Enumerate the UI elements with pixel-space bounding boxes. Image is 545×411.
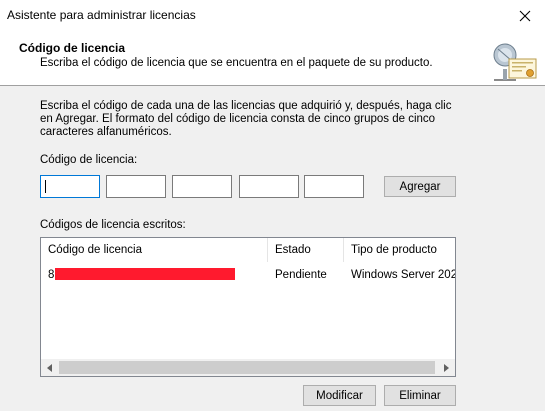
list-header: Código de licencia Estado Tipo de produc…	[41, 238, 455, 262]
instructions-text: Escriba el código de cada una de las lic…	[40, 100, 452, 138]
header-title: Código de licencia	[19, 41, 126, 55]
row-product-type: Windows Server 2022	[351, 269, 456, 281]
row-status: Pendiente	[275, 269, 327, 281]
column-header-status[interactable]: Estado	[268, 238, 344, 262]
wizard-header: Código de licencia Escriba el código de …	[0, 32, 545, 86]
license-key-field-3[interactable]	[172, 175, 232, 198]
license-key-field-4[interactable]	[239, 175, 299, 198]
chevron-right-icon	[444, 363, 449, 372]
column-header-product-type[interactable]: Tipo de producto	[344, 238, 455, 262]
delete-button[interactable]: Eliminar	[384, 385, 456, 406]
license-key-field-2[interactable]	[106, 175, 166, 198]
close-icon	[519, 10, 531, 22]
horizontal-scrollbar[interactable]	[41, 359, 455, 376]
row-license-code: 8	[41, 266, 268, 284]
scroll-thumb[interactable]	[59, 361, 435, 374]
add-button[interactable]: Agregar	[384, 176, 456, 197]
redaction-bar	[55, 268, 235, 280]
column-header-license-code[interactable]: Código de licencia	[41, 238, 268, 262]
close-button[interactable]	[505, 0, 545, 32]
license-codes-list[interactable]: Código de licencia Estado Tipo de produc…	[40, 237, 456, 377]
scroll-right-button[interactable]	[438, 359, 455, 376]
header-subtitle: Escriba el código de licencia que se enc…	[40, 57, 433, 69]
license-key-field-1[interactable]	[40, 175, 100, 198]
entered-codes-label: Códigos de licencia escritos:	[40, 219, 186, 231]
license-certificate-icon	[493, 43, 537, 81]
wizard-content: Escriba el código de cada una de las lic…	[0, 87, 545, 411]
title-bar: Asistente para administrar licencias	[0, 0, 545, 32]
license-code-label: Código de licencia:	[40, 154, 138, 166]
chevron-left-icon	[47, 363, 52, 372]
scroll-left-button[interactable]	[41, 359, 58, 376]
window-title: Asistente para administrar licencias	[7, 8, 196, 22]
table-row[interactable]: 8 Pendiente Windows Server 2022	[41, 266, 455, 284]
text-caret	[45, 180, 46, 193]
license-key-field-5[interactable]	[304, 175, 364, 198]
license-code-value: 8	[48, 269, 55, 281]
modify-button[interactable]: Modificar	[303, 385, 376, 406]
